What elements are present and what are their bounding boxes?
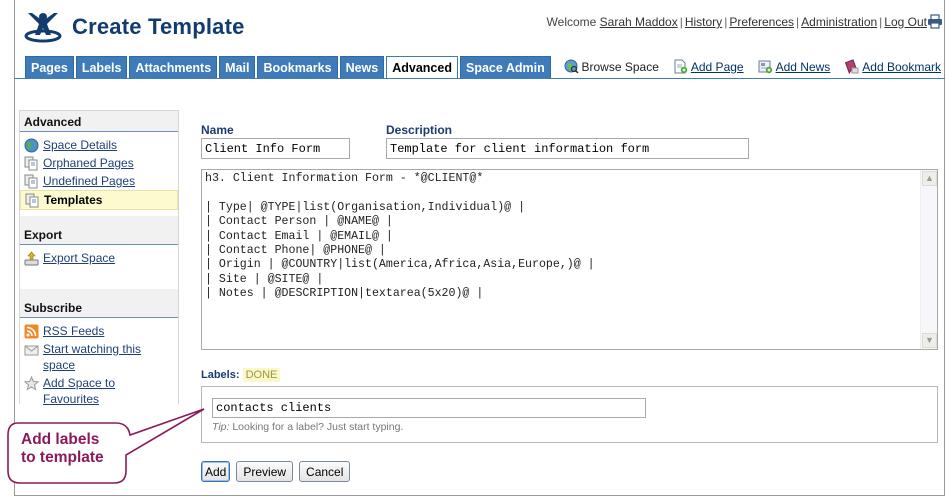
rss-feeds-link[interactable]: RSS Feeds [43,323,104,339]
add-news-icon [758,60,772,74]
scroll-up-icon[interactable]: ▲ [922,171,937,186]
export-icon [24,251,39,266]
add-news-link[interactable]: Add News [776,60,831,74]
add-page-icon [674,59,688,74]
tab-attachments[interactable]: Attachments [129,56,218,78]
space-details-link[interactable]: Space Details [43,137,117,153]
sidebar-item-undefined-pages[interactable]: Undefined Pages [20,172,178,190]
cancel-button[interactable]: Cancel [299,461,351,482]
pages-icon [24,156,38,171]
logout-link[interactable]: Log Out [884,15,927,29]
name-input[interactable] [201,138,350,159]
sidebar-export-list: Export Space [20,245,178,289]
sidebar-advanced-list: Space Details Orphaned Pages Undefined P… [20,132,178,216]
preferences-link[interactable]: Preferences [729,15,794,29]
tab-pages[interactable]: Pages [25,56,74,78]
sidebar-spacer [20,216,178,224]
browse-space-icon [564,59,579,74]
add-bookmark-icon [845,59,859,74]
user-bar: Welcome Sarah Maddox | History | Preferences… [546,15,927,29]
form-buttons: Add Preview Cancel [201,461,351,482]
tab-bookmarks[interactable]: Bookmarks [257,56,338,78]
user-profile-link[interactable]: Sarah Maddox [600,15,678,29]
template-content-text[interactable]: h3. Client Information Form - *@CLIENT@*… [202,170,937,304]
tab-news[interactable]: News [339,56,385,78]
browse-space-label: Browse Space [581,59,659,74]
envelope-icon [24,345,39,356]
pages-icon [25,193,39,208]
add-news-action[interactable]: Add News [758,59,831,74]
editor-scrollbar[interactable]: ▲ ▼ [920,170,937,349]
sidebar-heading-advanced: Advanced [20,111,178,132]
labels-heading: Labels: DONE [201,368,281,382]
sidebar-item-rss-feeds[interactable]: RSS Feeds [20,322,178,340]
orphaned-pages-link[interactable]: Orphaned Pages [43,155,134,171]
add-bookmark-link[interactable]: Add Bookmark [862,60,941,74]
add-page-action[interactable]: Add Page [673,59,744,74]
welcome-text: Welcome [546,15,597,29]
pages-icon [24,174,38,189]
tab-divider [521,78,945,79]
rss-icon [24,324,39,339]
labels-done-link[interactable]: DONE [242,368,281,382]
print-icon[interactable] [927,14,943,29]
tip-text: Looking for a label? Just start typing. [229,421,404,433]
sidebar-heading-subscribe: Subscribe [20,297,178,318]
tab-advanced[interactable]: Advanced [386,56,458,79]
tab-divider [14,78,521,79]
scroll-down-icon[interactable]: ▼ [922,333,937,348]
page-title: Create Template [72,14,245,39]
star-icon [24,376,39,391]
administration-link[interactable]: Administration [801,15,877,29]
labels-tip: Tip: Looking for a label? Just start typ… [212,421,403,433]
labels-input[interactable] [212,398,646,418]
templates-label: Templates [44,193,103,207]
sidebar-item-space-details[interactable]: Space Details [20,136,178,154]
description-label: Description [386,123,453,137]
confluence-logo-icon [24,13,62,43]
sidebar-item-orphaned-pages[interactable]: Orphaned Pages [20,154,178,172]
template-content-editor[interactable]: h3. Client Information Form - *@CLIENT@*… [201,169,938,350]
globe-icon [24,138,39,153]
sidebar-item-start-watching[interactable]: Start watching this space [20,340,178,374]
space-actions: Browse Space Add Page Add News Add Bookm… [564,59,941,74]
space-tabs: Pages Labels Attachments Mail Bookmarks … [25,56,551,79]
history-link[interactable]: History [685,15,722,29]
export-space-link[interactable]: Export Space [43,250,115,266]
sidebar-spacer [20,289,178,297]
preview-button[interactable]: Preview [236,461,294,482]
start-watching-link[interactable]: Start watching this space [43,341,174,373]
labels-label: Labels: [201,369,240,381]
labels-panel: Tip: Looking for a label? Just start typ… [201,386,938,443]
callout-text: Add labels to template [21,431,104,467]
callout-line-1: Add labels [21,431,100,448]
sidebar: Advanced Space Details Orphaned Pages Un… [19,110,179,428]
callout-line-2: to template [21,449,104,466]
tab-labels[interactable]: Labels [75,56,128,78]
sidebar-item-templates[interactable]: Templates [20,190,178,210]
browse-space-action[interactable]: Browse Space [564,59,659,74]
tab-space-admin[interactable]: Space Admin [459,56,551,78]
undefined-pages-link[interactable]: Undefined Pages [43,173,135,189]
tab-mail[interactable]: Mail [219,56,256,78]
description-input[interactable] [386,138,749,159]
sidebar-heading-export: Export [20,224,178,245]
name-label: Name [201,123,234,137]
sidebar-item-export-space[interactable]: Export Space [20,249,178,267]
add-bookmark-action[interactable]: Add Bookmark [844,59,941,74]
add-page-link[interactable]: Add Page [691,60,744,74]
